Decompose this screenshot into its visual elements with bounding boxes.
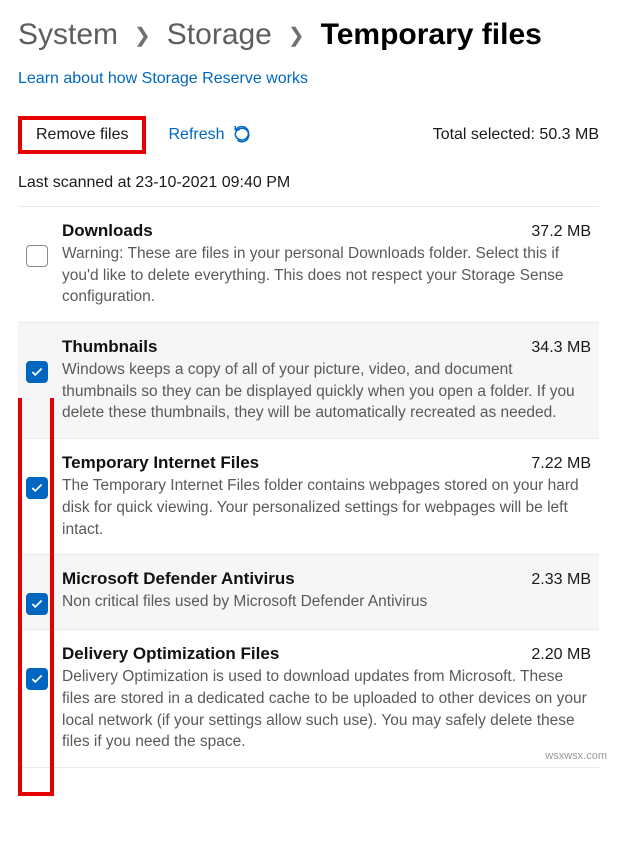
breadcrumb-storage[interactable]: Storage (167, 18, 272, 52)
item-title: Microsoft Defender Antivirus (62, 569, 295, 589)
checkbox-temp-internet[interactable] (26, 477, 48, 499)
item-size: 7.22 MB (531, 455, 591, 473)
item-size: 34.3 MB (531, 339, 591, 357)
breadcrumb-temporary-files: Temporary files (321, 18, 542, 52)
list-item[interactable]: Delivery Optimization Files 2.20 MB Deli… (18, 630, 599, 768)
list-item[interactable]: Microsoft Defender Antivirus 2.33 MB Non… (18, 555, 599, 630)
watermark: wsxwsx.com (545, 750, 607, 762)
item-description: Warning: These are files in your persona… (62, 243, 591, 308)
item-title: Delivery Optimization Files (62, 644, 279, 664)
last-scanned-text: Last scanned at 23-10-2021 09:40 PM (18, 174, 599, 192)
checkbox-thumbnails[interactable] (26, 361, 48, 383)
checkbox-delivery-opt[interactable] (26, 668, 48, 690)
list-item[interactable]: Thumbnails 34.3 MB Windows keeps a copy … (18, 323, 599, 439)
file-list: Downloads 37.2 MB Warning: These are fil… (18, 206, 599, 768)
list-item[interactable]: Temporary Internet Files 7.22 MB The Tem… (18, 439, 599, 555)
storage-reserve-link[interactable]: Learn about how Storage Reserve works (18, 70, 308, 88)
refresh-label: Refresh (168, 126, 224, 144)
breadcrumb: System ❯ Storage ❯ Temporary files (18, 18, 599, 52)
item-description: The Temporary Internet Files folder cont… (62, 475, 591, 540)
total-selected: Total selected: 50.3 MB (433, 126, 599, 144)
item-size: 2.20 MB (531, 646, 591, 664)
item-description: Windows keeps a copy of all of your pict… (62, 359, 591, 424)
item-title: Temporary Internet Files (62, 453, 259, 473)
remove-files-button[interactable]: Remove files (18, 116, 146, 154)
checkbox-defender[interactable] (26, 593, 48, 615)
item-description: Delivery Optimization is used to downloa… (62, 666, 591, 753)
item-size: 2.33 MB (531, 571, 591, 589)
item-title: Thumbnails (62, 337, 157, 357)
refresh-icon (233, 126, 251, 144)
chevron-right-icon: ❯ (288, 23, 305, 48)
item-title: Downloads (62, 221, 153, 241)
refresh-button[interactable]: Refresh (168, 126, 250, 144)
item-size: 37.2 MB (531, 223, 591, 241)
item-description: Non critical files used by Microsoft Def… (62, 591, 591, 613)
breadcrumb-system[interactable]: System (18, 18, 118, 52)
checkbox-downloads[interactable] (26, 245, 48, 267)
toolbar: Remove files Refresh Total selected: 50.… (18, 116, 599, 154)
chevron-right-icon: ❯ (134, 23, 151, 48)
list-item[interactable]: Downloads 37.2 MB Warning: These are fil… (18, 207, 599, 323)
